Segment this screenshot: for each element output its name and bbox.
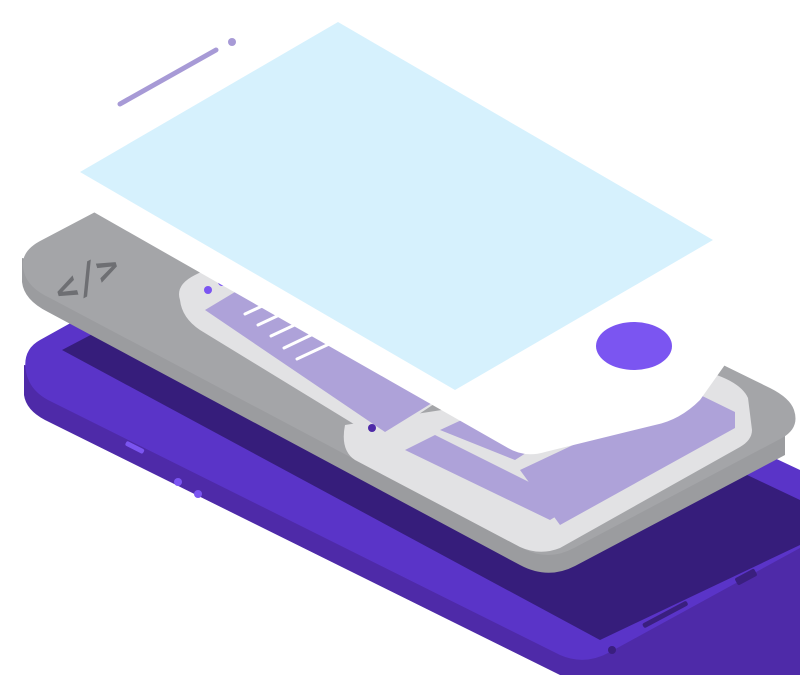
phone-side-port [194,490,202,498]
phone-bottom-port [608,646,616,654]
wireframe-dot [204,286,212,294]
phone-layers-illustration: </> [22,12,800,675]
home-button-icon [596,322,672,370]
screen-camera-dot [228,38,236,46]
wireframe-dot [368,424,376,432]
illustration-stage: </> [0,0,800,675]
phone-side-port [174,478,182,486]
